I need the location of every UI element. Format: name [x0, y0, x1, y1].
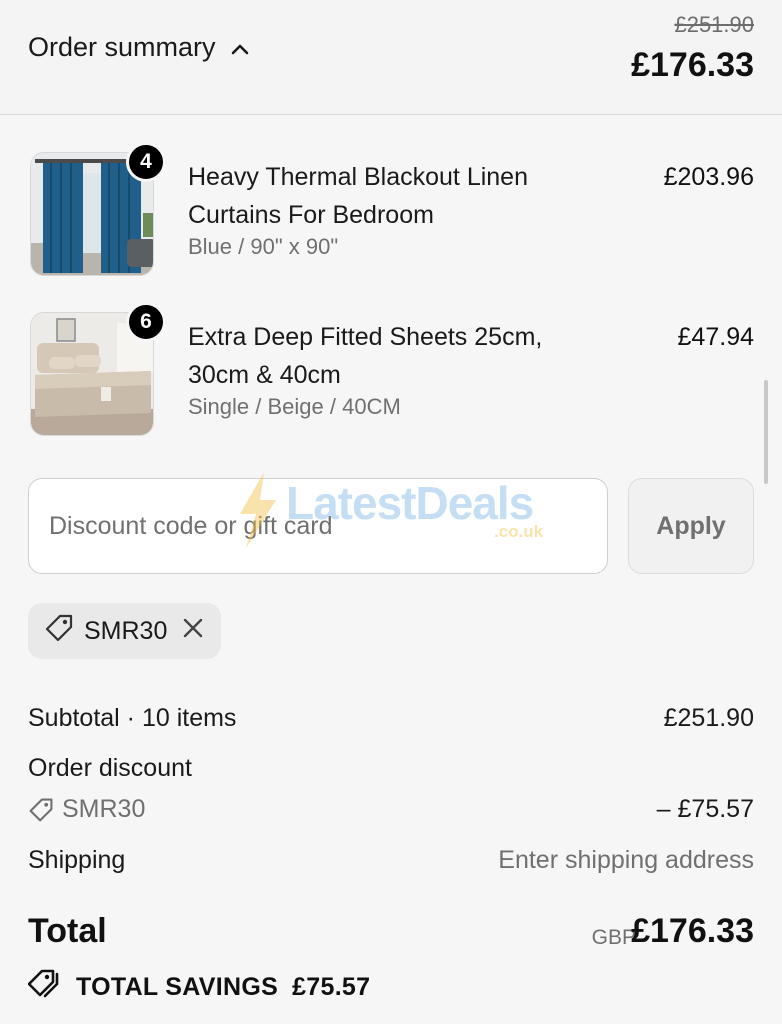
scrollbar[interactable]	[764, 380, 768, 484]
item-price: £47.94	[677, 323, 754, 351]
remove-code-icon[interactable]	[181, 616, 205, 647]
compare-at-price: £251.90	[674, 12, 754, 37]
tag-icon	[28, 797, 54, 823]
savings-tag-icon	[27, 968, 62, 1007]
order-summary-toggle[interactable]: Order summary	[28, 32, 250, 63]
chevron-up-icon	[230, 32, 250, 63]
discount-value: – £75.57	[656, 795, 754, 823]
applied-discount-chip: SMR30	[28, 603, 222, 659]
shipping-label: Shipping	[28, 846, 126, 874]
quantity-badge: 6	[126, 302, 166, 342]
item-variant: Single / Beige / 40CM	[188, 394, 401, 419]
order-summary-label: Order summary	[28, 32, 216, 62]
total-currency: GBP	[591, 926, 636, 949]
line-item: 4 Heavy Thermal Blackout Linen Curtains …	[0, 142, 782, 276]
quantity-badge: 4	[126, 142, 166, 182]
total-value: £176.33	[631, 912, 754, 950]
total-savings: TOTAL SAVINGS £75.57	[27, 968, 371, 1007]
header-total-price: £176.33	[631, 46, 754, 84]
item-variant: Blue / 90" x 90"	[188, 234, 339, 259]
order-discount-label: Order discount	[28, 754, 192, 782]
apply-discount-button[interactable]: Apply	[628, 478, 754, 574]
discount-code-row: SMR30 – £75.57	[28, 795, 754, 830]
line-item: 6 Extra Deep Fitted Sheets 25cm, 30cm & …	[0, 302, 782, 436]
item-title: Heavy Thermal Blackout Linen Curtains Fo…	[188, 163, 528, 229]
shipping-row: Shipping Enter shipping address	[28, 846, 754, 875]
savings-label: TOTAL SAVINGS	[76, 973, 279, 1001]
applied-code-label: SMR30	[84, 616, 168, 645]
discount-form: Apply	[28, 478, 754, 576]
subtotal-label: Subtotal · 10 items	[28, 704, 237, 732]
discount-code-label: SMR30	[62, 795, 146, 823]
shipping-value: Enter shipping address	[498, 846, 754, 874]
item-price: £203.96	[663, 163, 754, 191]
subtotal-row: Subtotal · 10 items £251.90	[28, 704, 754, 733]
order-discount-row: Order discount	[28, 754, 754, 783]
subtotal-value: £251.90	[663, 704, 754, 732]
tag-icon	[44, 613, 74, 650]
savings-value: £75.57	[292, 973, 371, 1001]
item-title: Extra Deep Fitted Sheets 25cm, 30cm & 40…	[188, 323, 543, 389]
order-summary-header: Order summary £251.90 £176.33	[0, 0, 782, 115]
discount-code-input[interactable]	[28, 478, 608, 574]
total-label: Total	[28, 912, 107, 950]
